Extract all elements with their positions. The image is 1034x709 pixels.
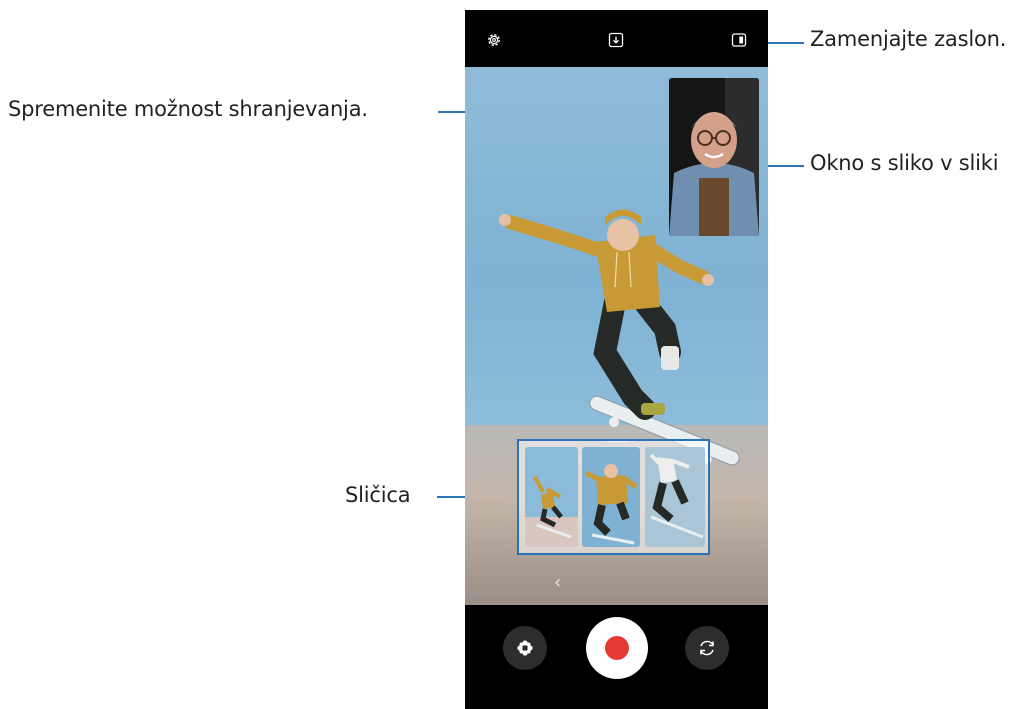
thumbnail-2[interactable]	[582, 447, 640, 547]
record-button[interactable]	[586, 617, 648, 679]
camera-viewfinder[interactable]: ‹	[465, 67, 768, 605]
chevron-left-icon[interactable]: ‹	[554, 572, 561, 593]
callout-pip-window: Okno s sliko v sliki	[810, 151, 999, 175]
callout-change-save-option: Spremenite možnost shranjevanja.	[8, 97, 368, 121]
split-screen-icon[interactable]	[731, 32, 747, 48]
record-icon	[605, 636, 629, 660]
switch-camera-icon	[700, 640, 714, 656]
flower-effect-icon	[517, 640, 533, 656]
download-icon[interactable]	[608, 32, 624, 48]
picture-in-picture-window[interactable]	[669, 78, 759, 236]
camera-top-bar	[465, 10, 768, 67]
thumbnail-3[interactable]	[645, 447, 705, 547]
thumbnail-1[interactable]	[525, 447, 578, 547]
thumbnail-strip[interactable]	[517, 439, 710, 555]
callout-swap-screen: Zamenjajte zaslon.	[810, 27, 1007, 51]
camera-screen: ‹	[465, 10, 768, 709]
gear-icon[interactable]	[486, 32, 502, 48]
callout-thumbnail: Sličica	[345, 483, 411, 507]
camera-bottom-bar	[465, 605, 768, 709]
effects-button[interactable]	[503, 626, 547, 670]
switch-camera-button[interactable]	[685, 626, 729, 670]
